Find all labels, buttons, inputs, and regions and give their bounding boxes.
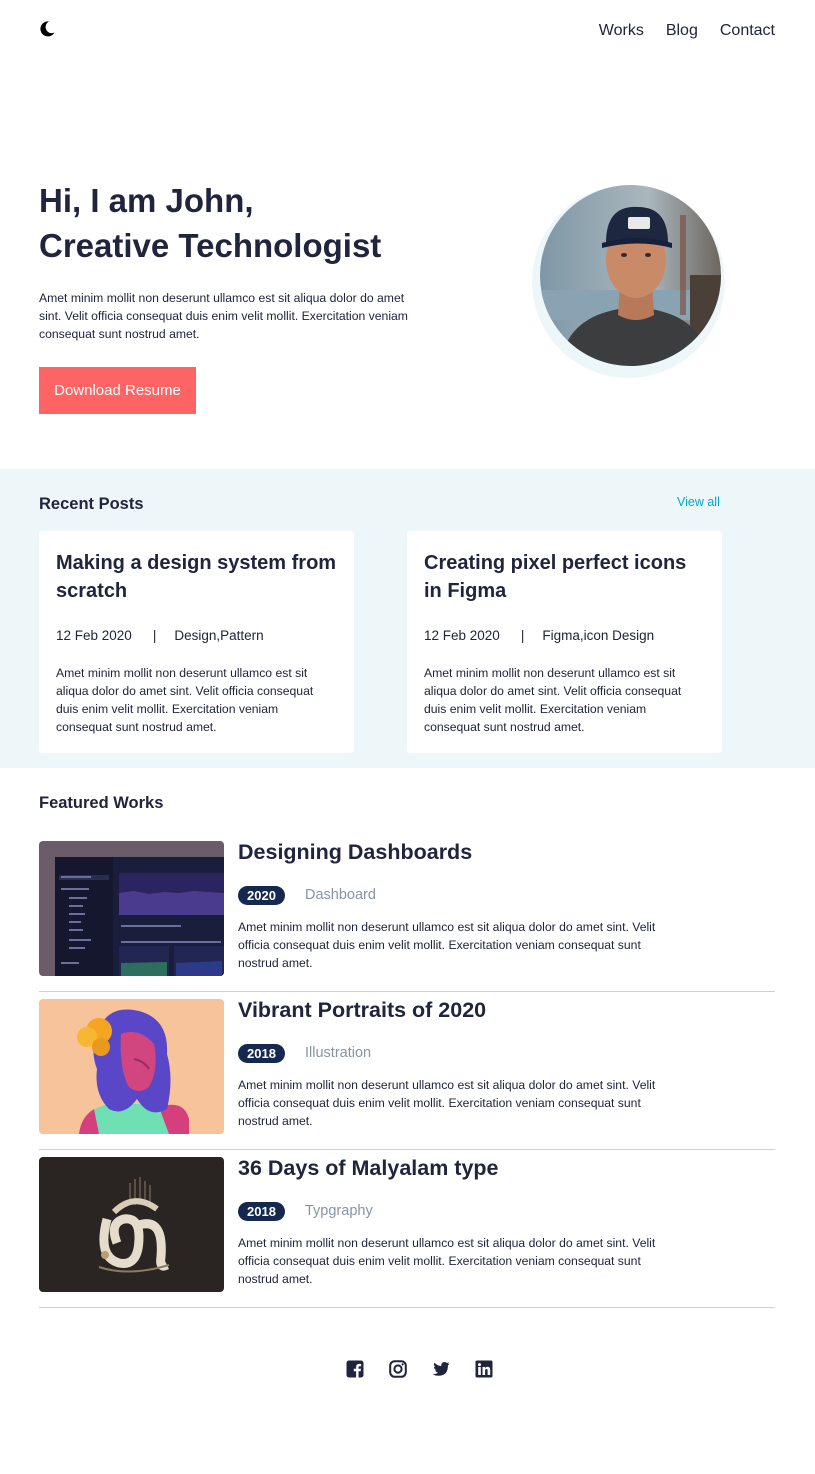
- hero-title-line2: Creative Technologist: [39, 227, 382, 264]
- work-item[interactable]: Designing Dashboards 2020 Dashboard Amet…: [39, 840, 775, 992]
- avatar: [540, 185, 721, 366]
- recent-posts-heading: Recent Posts: [39, 495, 144, 513]
- instagram-icon[interactable]: [389, 1360, 407, 1378]
- work-title[interactable]: Vibrant Portraits of 2020: [238, 998, 486, 1023]
- hero-title-line1: Hi, I am John,: [39, 182, 254, 219]
- portrait-thumbnail[interactable]: [39, 999, 224, 1134]
- twitter-icon[interactable]: [432, 1360, 450, 1378]
- download-resume-button[interactable]: Download Resume: [39, 367, 196, 414]
- post-title[interactable]: Creating pixel perfect icons in Figma: [424, 549, 709, 605]
- post-meta-separator: |: [152, 628, 157, 643]
- work-category: Dashboard: [305, 887, 376, 903]
- moon-icon[interactable]: [38, 20, 56, 38]
- work-item[interactable]: Vibrant Portraits of 2020 2018 Illustrat…: [39, 998, 775, 1150]
- main-nav: Works Blog Contact: [599, 21, 775, 41]
- featured-works-heading: Featured Works: [39, 794, 164, 812]
- post-date: 12 Feb 2020: [424, 628, 500, 643]
- nav-blog-link[interactable]: Blog: [666, 21, 698, 41]
- work-description: Amet minim mollit non deserunt ullamco e…: [238, 1236, 656, 1286]
- work-description: Amet minim mollit non deserunt ullamco e…: [238, 920, 656, 970]
- work-title[interactable]: 36 Days of Malyalam type: [238, 1156, 499, 1181]
- avatar-image: [540, 185, 721, 366]
- work-title[interactable]: Designing Dashboards: [238, 840, 472, 865]
- post-tags: Figma,icon Design: [542, 628, 655, 643]
- social-links: [346, 1360, 493, 1378]
- post-description: Amet minim mollit non deserunt ullamco e…: [424, 666, 682, 734]
- work-category: Typgraphy: [305, 1203, 373, 1219]
- post-meta: 12 Feb 2020 | Figma,icon Design: [424, 628, 654, 643]
- post-meta: 12 Feb 2020 | Design,Pattern: [56, 628, 264, 643]
- hero-title: Hi, I am John, Creative Technologist: [39, 178, 509, 268]
- hero-description: Amet minim mollit non deserunt ullamco e…: [39, 291, 408, 341]
- view-all-link[interactable]: View all: [677, 495, 720, 509]
- year-badge: 2018: [238, 1044, 285, 1063]
- work-category: Illustration: [305, 1045, 372, 1061]
- site-header: Works Blog Contact: [0, 0, 815, 62]
- nav-contact-link[interactable]: Contact: [720, 21, 775, 41]
- post-description: Amet minim mollit non deserunt ullamco e…: [56, 666, 314, 734]
- nav-works-link[interactable]: Works: [599, 21, 644, 41]
- linkedin-icon[interactable]: [475, 1360, 493, 1378]
- dashboard-thumbnail[interactable]: [39, 841, 224, 976]
- work-description: Amet minim mollit non deserunt ullamco e…: [238, 1078, 656, 1128]
- post-card[interactable]: Making a design system from scratch 12 F…: [39, 531, 354, 753]
- recent-posts-section: Recent Posts View all Making a design sy…: [0, 469, 815, 768]
- post-tags: Design,Pattern: [174, 628, 264, 643]
- year-badge: 2018: [238, 1202, 285, 1221]
- facebook-icon[interactable]: [346, 1360, 364, 1378]
- post-meta-separator: |: [520, 628, 525, 643]
- work-item[interactable]: 36 Days of Malyalam type 2018 Typgraphy …: [39, 1156, 775, 1308]
- post-date: 12 Feb 2020: [56, 628, 132, 643]
- post-card[interactable]: Creating pixel perfect icons in Figma 12…: [407, 531, 722, 753]
- year-badge: 2020: [238, 886, 285, 905]
- post-title[interactable]: Making a design system from scratch: [56, 549, 341, 605]
- typography-thumbnail[interactable]: [39, 1157, 224, 1292]
